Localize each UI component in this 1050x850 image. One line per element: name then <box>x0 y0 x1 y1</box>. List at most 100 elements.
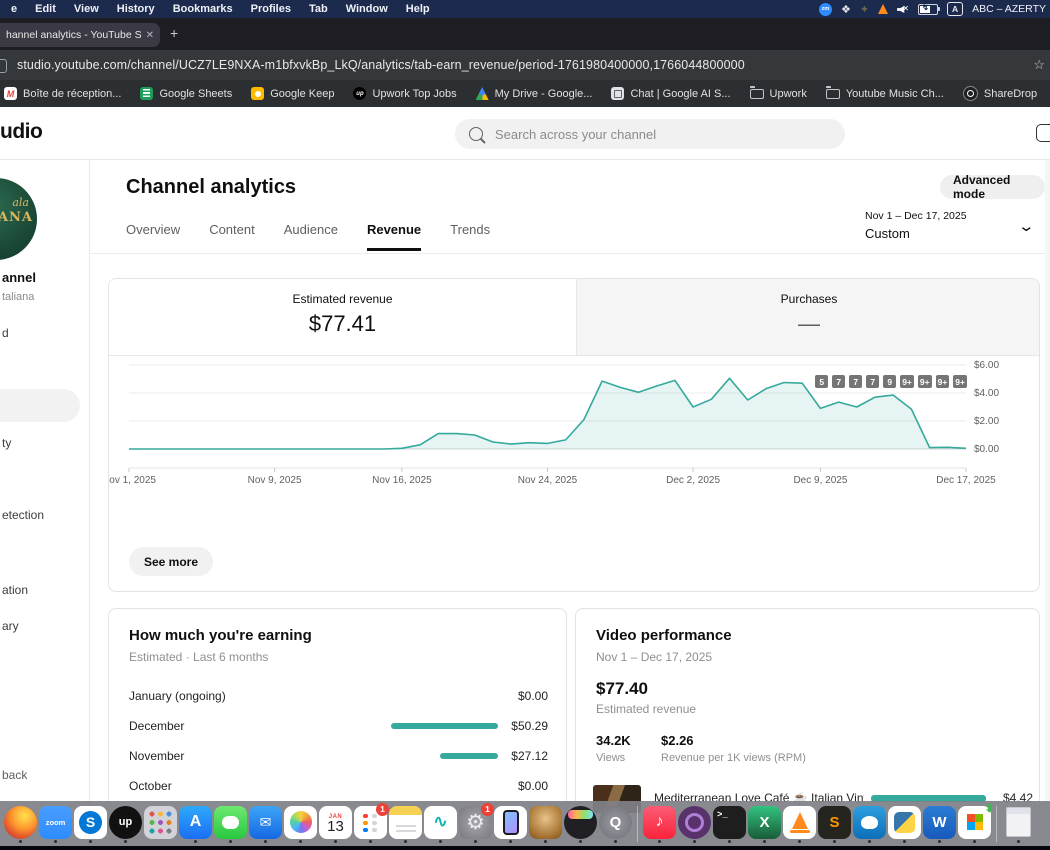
transaction-count-badge[interactable]: 7 <box>832 375 846 388</box>
dock-iphone-mirroring[interactable] <box>493 804 528 844</box>
tab-overview[interactable]: Overview <box>126 222 180 251</box>
bookmark-google-keep[interactable]: Google Keep <box>251 87 334 100</box>
menu-item-tab[interactable]: Tab <box>300 3 337 15</box>
sidebar-item-content-detection-fragment[interactable]: etection <box>2 508 44 522</box>
dock-final-cut[interactable] <box>563 804 598 844</box>
new-tab-button[interactable]: + <box>170 25 178 41</box>
bookmark-sharedrop[interactable]: ShareDrop <box>962 86 1037 101</box>
transaction-count-badge[interactable]: 9+ <box>953 375 967 388</box>
bookmark-star-icon[interactable]: ☆ <box>1033 57 1045 73</box>
bookmark-my-drive-google[interactable]: My Drive - Google... <box>475 87 592 100</box>
input-source-icon[interactable]: A <box>947 2 964 16</box>
transaction-count-badge[interactable]: 9+ <box>935 375 950 388</box>
bookmark-google-sheets[interactable]: Google Sheets <box>140 87 232 100</box>
studio-logo[interactable]: udio <box>0 120 43 144</box>
menu-item-edit[interactable]: Edit <box>26 3 65 15</box>
excel-icon: X <box>748 805 781 839</box>
advanced-mode-button[interactable]: Advanced mode <box>940 173 1045 201</box>
y-axis-label: $6.00 <box>974 360 1000 371</box>
scrollbar-strip[interactable] <box>1045 160 1050 850</box>
transaction-count-badge[interactable]: 9+ <box>917 375 932 388</box>
sidebar-item-feedback-fragment[interactable]: back <box>2 768 27 782</box>
browser-tab[interactable]: hannel analytics - YouTube S ✕ <box>0 23 160 47</box>
bookmark-bo-te-de-r-ception[interactable]: Boîte de réception... <box>4 87 121 100</box>
dock-settings[interactable]: ⚙ 1 <box>458 802 494 844</box>
dock-skype[interactable] <box>73 804 108 844</box>
dock-tunnelbear[interactable] <box>528 804 563 844</box>
dock-tor[interactable] <box>677 804 712 844</box>
metric-estimated-revenue[interactable]: Estimated revenue $77.41 <box>109 279 576 356</box>
bookmark-youtube-music-ch[interactable]: Youtube Music Ch... <box>825 85 944 100</box>
dock-mail[interactable]: ✉ <box>248 804 283 844</box>
dock-photos[interactable] <box>283 804 318 844</box>
sidebar-item-library-fragment[interactable]: ary <box>2 619 19 633</box>
metric-purchases[interactable]: Purchases — <box>576 279 1039 356</box>
transaction-count-badge[interactable]: 9 <box>883 375 897 388</box>
channel-avatar[interactable]: ala ANA <box>0 178 37 260</box>
menu-item-view[interactable]: View <box>65 3 108 15</box>
dock-python[interactable] <box>887 804 922 844</box>
menu-item-e[interactable]: e <box>2 3 26 15</box>
dock-reminders[interactable]: 1 <box>353 802 389 844</box>
freeform-icon: ∿ <box>424 805 457 839</box>
sidebar-item-monetization-fragment[interactable]: ation <box>2 583 28 597</box>
chevron-down-icon[interactable]: ⌄ <box>1017 217 1035 235</box>
dock-firefox[interactable] <box>3 804 38 844</box>
dock-quicktime[interactable]: Q <box>598 804 633 844</box>
transaction-count-badge[interactable]: 9+ <box>900 375 914 388</box>
sidebar-your-channel-fragment[interactable]: annel <box>2 270 36 285</box>
dock-microsoft-365[interactable] <box>957 802 994 844</box>
transaction-count-badge[interactable]: 5 <box>815 375 829 388</box>
create-icon[interactable] <box>1036 124 1050 142</box>
battery-charging-status-icon[interactable]: ↯ <box>918 3 941 15</box>
tab-audience[interactable]: Audience <box>284 222 338 251</box>
tab-content[interactable]: Content <box>209 222 255 251</box>
dock-terminal[interactable]: >_ <box>712 804 747 844</box>
dock-music[interactable]: ♪ <box>642 804 677 844</box>
dock-documents[interactable] <box>1001 804 1036 844</box>
tab-close-icon[interactable]: ✕ <box>142 30 154 41</box>
dock-cyberduck[interactable] <box>852 804 887 844</box>
dock-messages[interactable] <box>213 804 248 844</box>
dock-sublime[interactable]: S <box>817 804 852 844</box>
running-indicator <box>264 839 267 843</box>
dock-word[interactable]: W <box>922 804 957 844</box>
date-range-selector[interactable]: Nov 1 – Dec 17, 2025 Custom <box>865 210 967 241</box>
dock-upwork[interactable]: up <box>108 804 143 844</box>
channel-search[interactable] <box>455 119 845 149</box>
expand-status-icon[interactable]: ❖ <box>841 3 851 16</box>
tab-trends[interactable]: Trends <box>450 222 490 251</box>
dock-freeform[interactable]: ∿ <box>423 804 458 844</box>
dock-zoom[interactable]: zoom <box>38 804 73 844</box>
sidebar-item-dashboard-fragment[interactable]: d <box>2 326 9 340</box>
see-more-button[interactable]: See more <box>129 547 214 576</box>
menu-item-window[interactable]: Window <box>337 3 397 15</box>
zoom-status-icon[interactable]: zm <box>818 2 832 16</box>
transaction-count-badge[interactable]: 7 <box>866 375 880 388</box>
tab-revenue[interactable]: Revenue <box>366 222 422 251</box>
dock-notes[interactable] <box>388 804 423 844</box>
mail-icon: ✉ <box>249 805 282 839</box>
sidebar-item-community-fragment[interactable]: ty <box>2 436 11 450</box>
x-axis-label: Dec 2, 2025 <box>666 475 721 486</box>
bookmark-chat-google-ai-s[interactable]: Chat | Google AI S... <box>611 87 731 100</box>
dock-vlc[interactable] <box>782 804 817 844</box>
sidebar-item-analytics-selected[interactable] <box>0 389 80 422</box>
transaction-count-badge[interactable]: 7 <box>849 375 863 388</box>
dock-excel[interactable]: X <box>747 804 782 844</box>
menu-item-history[interactable]: History <box>108 3 164 15</box>
vlc-status-icon[interactable] <box>878 4 889 14</box>
search-input[interactable] <box>493 125 797 143</box>
dock-launchpad[interactable] <box>143 804 178 844</box>
volume-muted-status-icon[interactable]: ✕ <box>897 4 909 14</box>
menu-item-bookmarks[interactable]: Bookmarks <box>164 3 242 15</box>
url-field[interactable]: studio.youtube.com/channel/UCZ7LE9NXA-m1… <box>17 50 745 80</box>
bookmark-upwork[interactable]: Upwork <box>749 85 807 100</box>
app-status-icon[interactable]: ✦ <box>860 3 869 16</box>
dock-app-store[interactable]: A <box>178 804 213 844</box>
bookmark-upwork-top-jobs[interactable]: Upwork Top Jobs <box>353 87 457 100</box>
menu-item-help[interactable]: Help <box>397 3 439 15</box>
site-info-icon[interactable] <box>0 59 7 73</box>
menu-item-profiles[interactable]: Profiles <box>242 3 300 15</box>
dock-calendar[interactable]: JAN 13 <box>318 804 353 844</box>
